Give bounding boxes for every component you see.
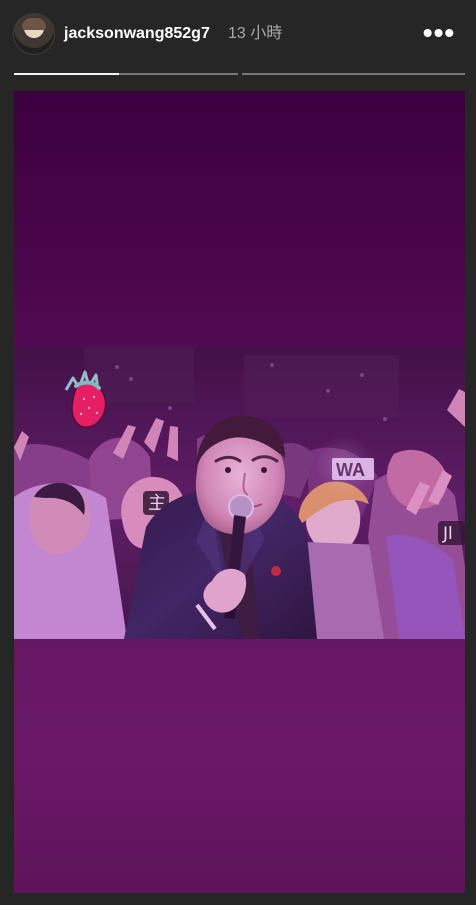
story-progress-fill-1 [14, 73, 120, 75]
more-options-button[interactable]: ••• [422, 17, 456, 48]
story-time-ago: 13 小時 [228, 25, 283, 42]
purple-overlay [14, 347, 465, 639]
story-top-purple-background [14, 91, 465, 347]
username-link[interactable]: jacksonwang852g7 [64, 24, 210, 44]
story-bottom-purple-background [14, 639, 465, 893]
profile-avatar[interactable] [14, 14, 54, 54]
story-header: jacksonwang852g7 13 小時 ••• [0, 0, 476, 70]
story-progress-segment-2 [241, 73, 465, 75]
more-horizontal-icon: ••• [422, 17, 456, 48]
concert-photo-illustration: WA 主 Jl [14, 347, 465, 639]
story-progress-bars [14, 73, 465, 76]
story-progress-segment-1 [14, 73, 238, 75]
instagram-story-viewer: jacksonwang852g7 13 小時 ••• [0, 0, 476, 905]
story-photo[interactable]: WA 主 Jl [14, 347, 465, 639]
story-media-card[interactable]: WA 主 Jl [14, 91, 465, 893]
